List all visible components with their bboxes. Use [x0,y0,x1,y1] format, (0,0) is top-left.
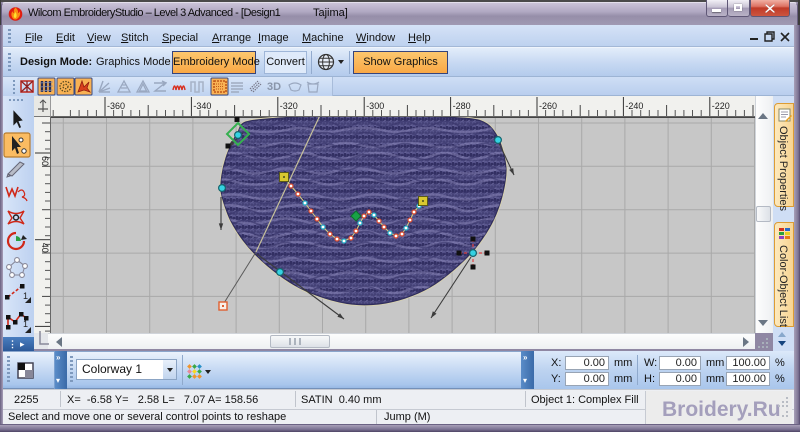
svg-text:-260: -260 [539,101,557,111]
svg-text:3D: 3D [267,81,281,93]
svg-text:40: 40 [40,243,50,253]
svg-text:1: 1 [23,291,28,301]
svg-text:-240: -240 [625,101,643,111]
svg-text:-300: -300 [366,101,384,111]
svg-text:-360: -360 [107,101,125,111]
svg-text:60: 60 [40,156,50,166]
svg-text:-220: -220 [712,101,730,111]
svg-text:-280: -280 [453,101,471,111]
svg-text:-340: -340 [193,101,211,111]
svg-text:1: 1 [23,319,28,329]
svg-text:-320: -320 [280,101,298,111]
